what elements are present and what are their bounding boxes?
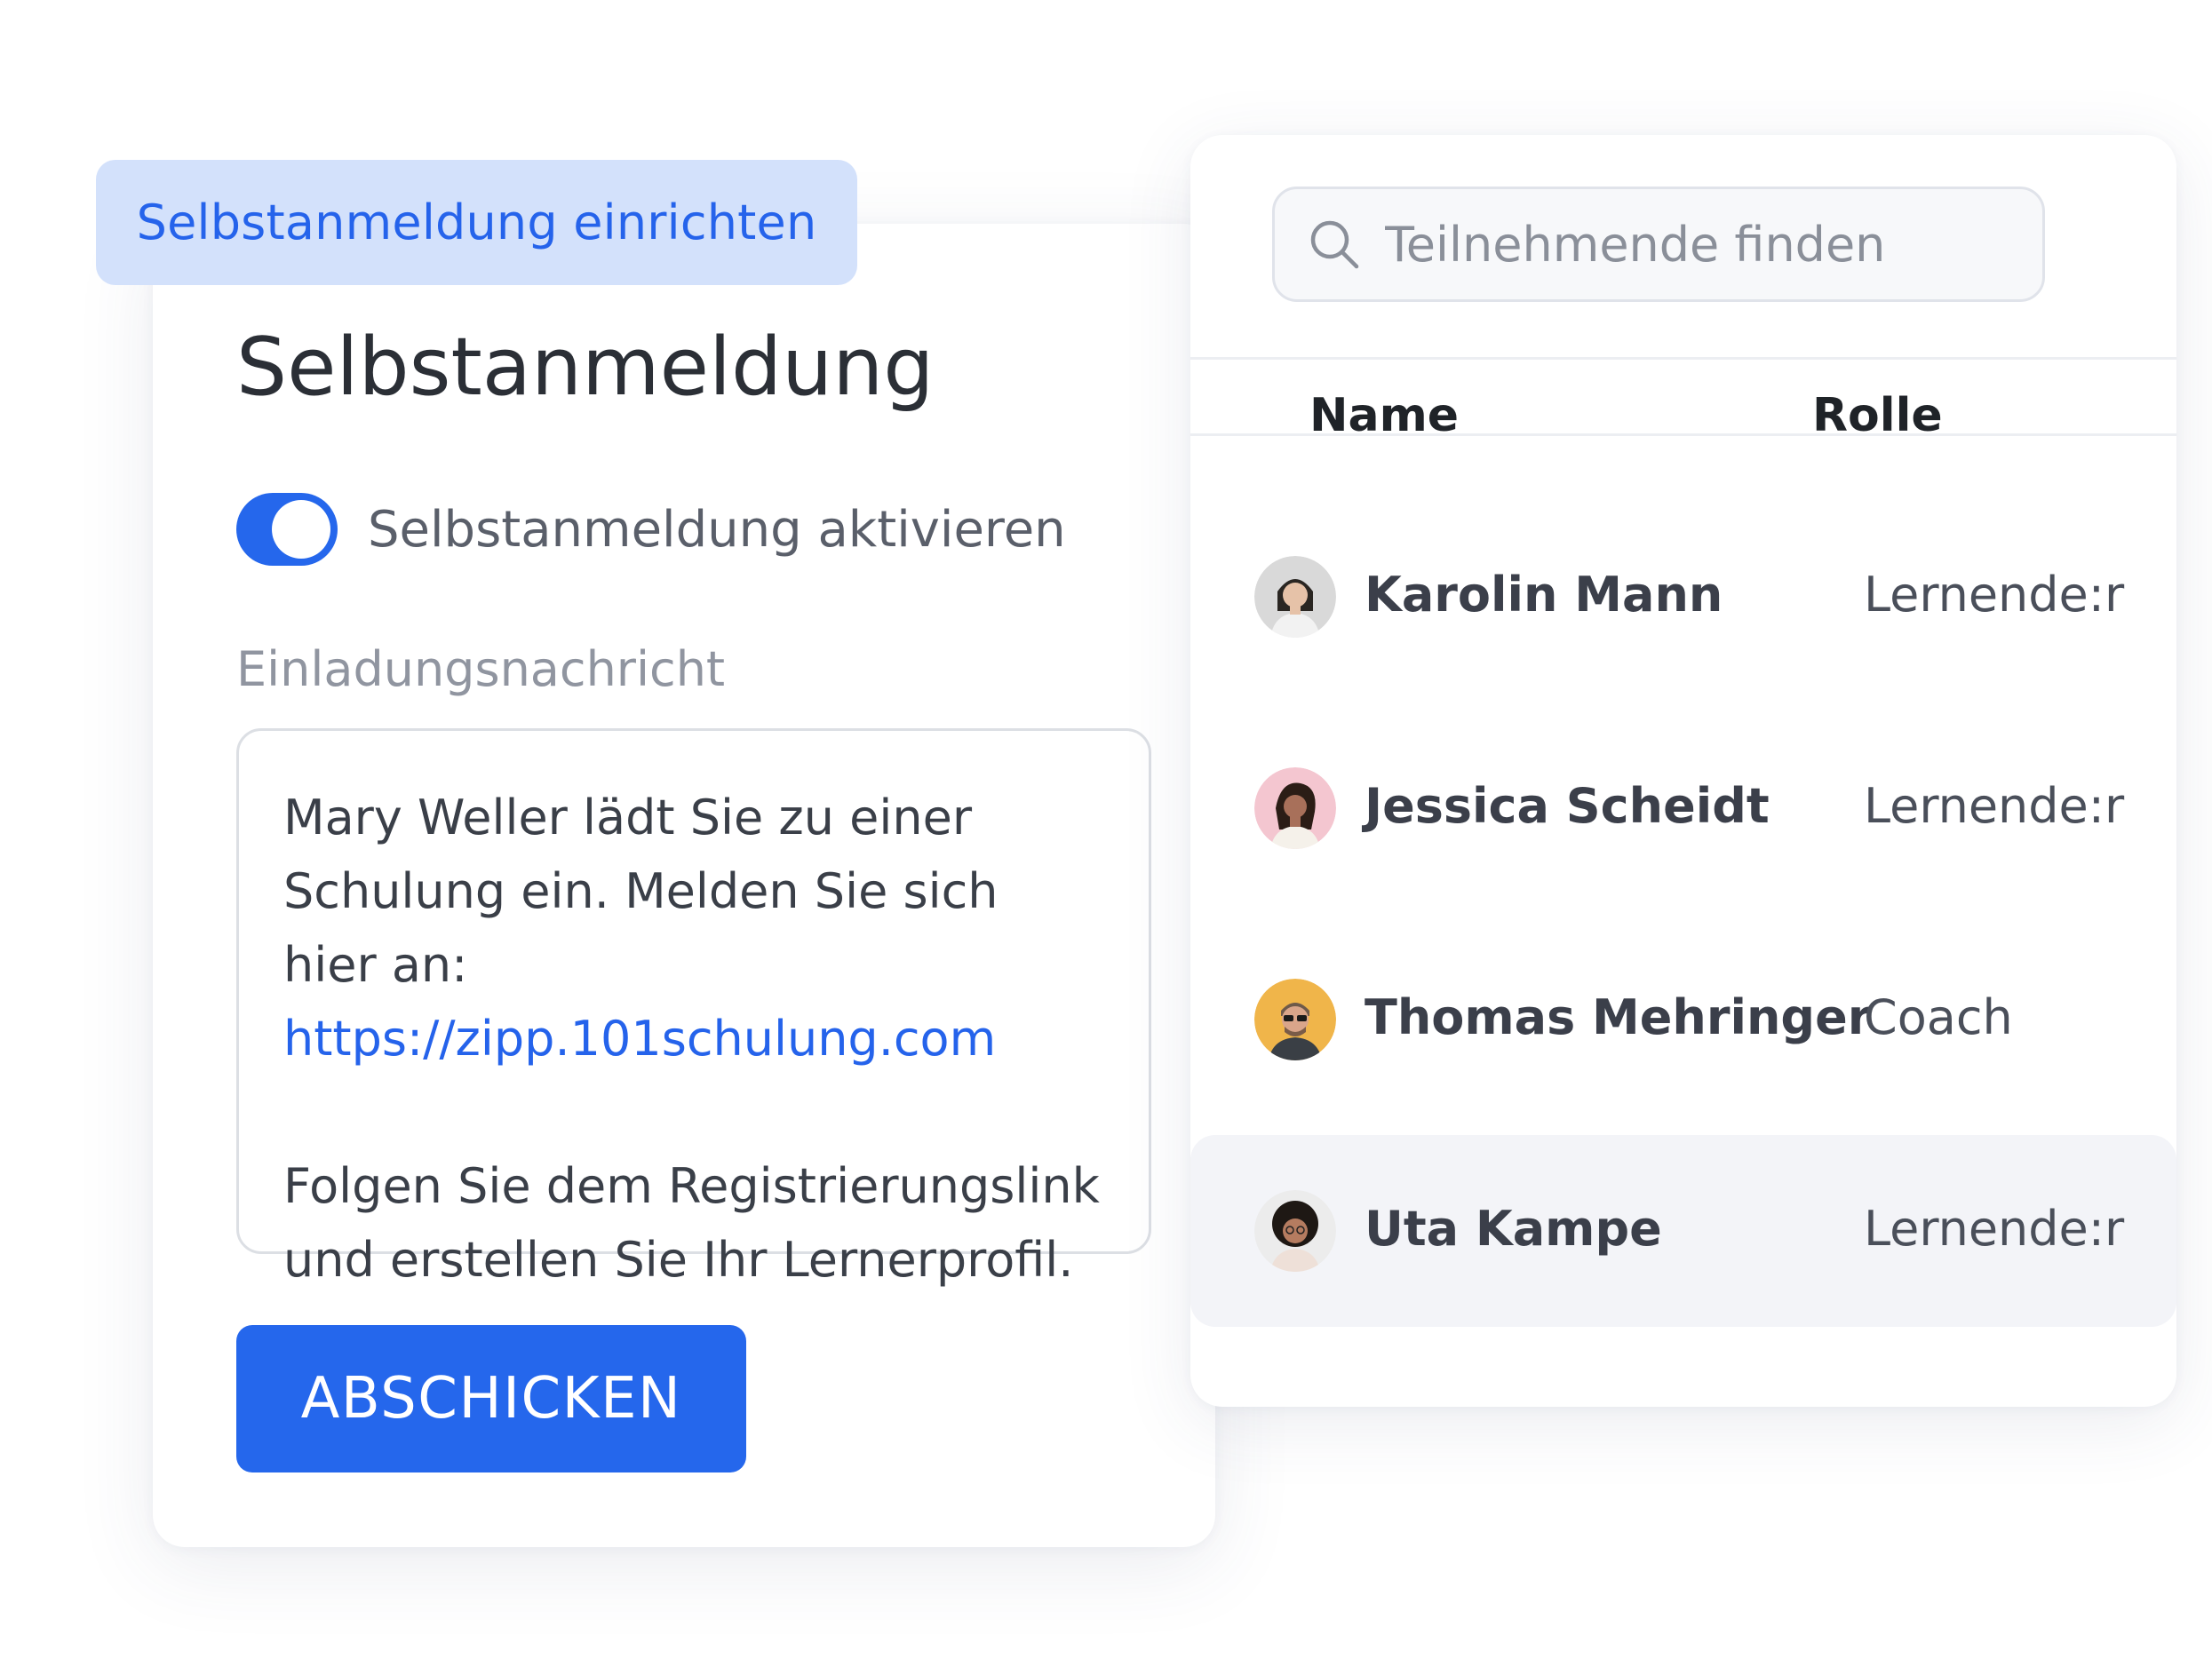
participant-name: Thomas Mehringer [1365,989,1872,1045]
setup-tab-label: Selbstanmeldung einrichten [136,194,817,250]
message-label: Einladungsnachricht [236,641,726,697]
avatar [1254,767,1336,849]
message-line-1: Mary Weller lädt Sie zu einer [283,790,973,845]
participant-role: Lernende:r [1864,778,2125,834]
participants-card: Name Rolle Karolin Mann Lernende:r [1190,135,2176,1407]
avatar [1254,979,1336,1060]
message-line-4: und erstellen Sie Ihr Lernerprofil. [283,1232,1074,1288]
stage: Selbstanmeldung einrichten Selbstanmeldu… [0,0,2212,1659]
participant-row[interactable]: Thomas Mehringer Coach [1190,924,2176,1115]
header-divider-bottom [1190,433,2176,436]
self-registration-toggle[interactable] [236,493,338,566]
setup-tab[interactable]: Selbstanmeldung einrichten [96,160,857,285]
participant-row[interactable]: Karolin Mann Lernende:r [1190,501,2176,693]
participant-role: Lernende:r [1864,567,2125,623]
participant-name: Jessica Scheidt [1365,778,1770,834]
search-input[interactable] [1383,215,2009,274]
toggle-knob [272,500,330,559]
avatar [1254,1190,1336,1272]
header-divider-top [1190,357,2176,360]
card-title: Selbstanmeldung [236,321,935,414]
participant-role: Lernende:r [1864,1201,2125,1257]
participant-name: Uta Kampe [1365,1201,1662,1257]
participant-row[interactable]: Jessica Scheidt Lernende:r [1190,712,2176,904]
toggle-label: Selbstanmeldung aktivieren [368,500,1066,559]
submit-button[interactable]: ABSCHICKEN [236,1325,746,1472]
search-icon [1310,220,1359,269]
registration-link[interactable]: https://zipp.101schulung.com [283,1002,1106,1076]
invitation-message-field[interactable]: Mary Weller lädt Sie zu einer Schulung e… [236,728,1151,1288]
participant-role: Coach [1864,989,2013,1045]
participant-search[interactable] [1272,187,2045,302]
message-line-3: Folgen Sie dem Registrierungslink [283,1158,1100,1214]
participant-name: Karolin Mann [1365,567,1723,623]
message-line-2: Schulung ein. Melden Sie sich hier an: [283,863,999,993]
participant-row-selected[interactable]: Uta Kampe Lernende:r [1190,1135,2176,1327]
toggle-row: Selbstanmeldung aktivieren [236,493,1066,566]
avatar [1254,556,1336,638]
